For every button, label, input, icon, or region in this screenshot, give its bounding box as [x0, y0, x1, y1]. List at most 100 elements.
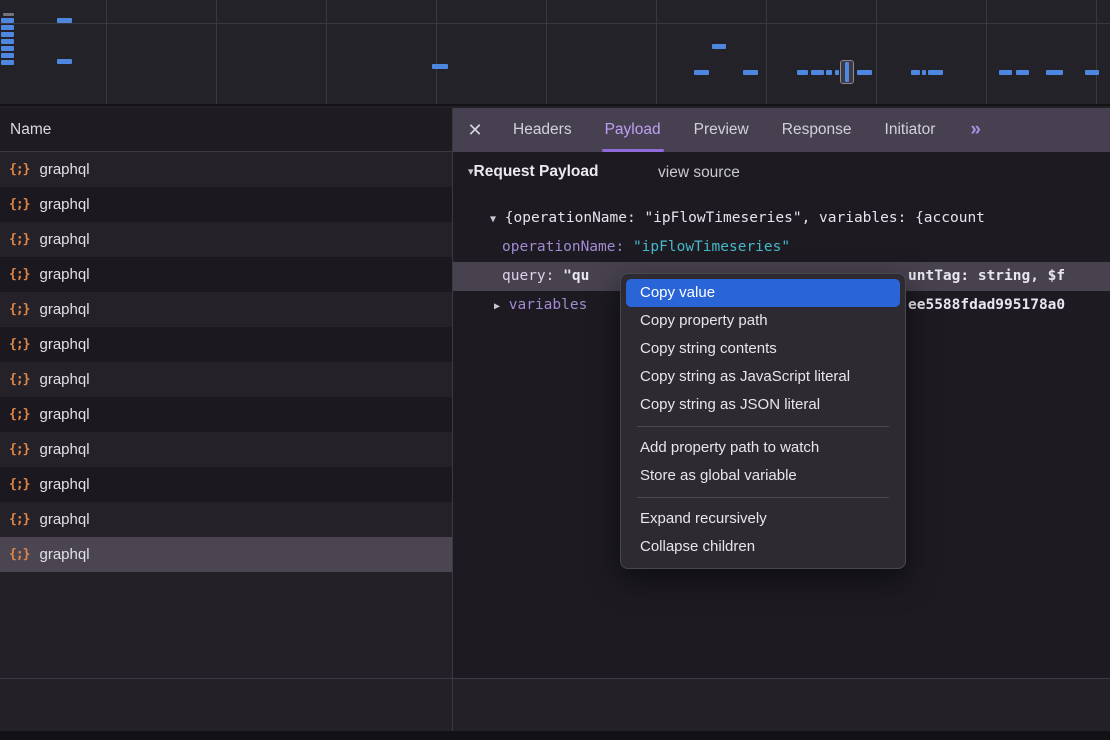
json-braces-icon: {;} — [9, 267, 29, 282]
request-payload-header: ▾Request Payload — [468, 163, 598, 181]
menu-separator — [637, 426, 889, 427]
operation-name-row[interactable]: operationName: "ipFlowTimeseries" — [502, 233, 1110, 262]
request-row[interactable]: {;} graphql — [0, 222, 452, 257]
tab-payload[interactable]: Payload — [605, 108, 661, 152]
menu-item-store-as-global-variable[interactable]: Store as global variable — [626, 462, 900, 490]
request-row[interactable]: {;} graphql — [0, 152, 452, 187]
request-timing-bar[interactable] — [857, 70, 872, 75]
request-name: graphql — [39, 476, 89, 493]
query-row[interactable]: query: "qu — [502, 262, 589, 291]
menu-item-collapse-children[interactable]: Collapse children — [626, 533, 900, 561]
json-braces-icon: {;} — [9, 407, 29, 422]
menu-item-copy-string-as-json-literal[interactable]: Copy string as JSON literal — [626, 391, 900, 419]
json-braces-icon: {;} — [9, 477, 29, 492]
request-timing-bar[interactable] — [1, 32, 14, 37]
json-braces-icon: {;} — [9, 512, 29, 527]
property-key: variables — [509, 297, 588, 313]
request-name: graphql — [39, 441, 89, 458]
request-timing-bar[interactable] — [694, 70, 709, 75]
menu-item-copy-property-path[interactable]: Copy property path — [626, 307, 900, 335]
json-braces-icon: {;} — [9, 547, 29, 562]
request-timing-bar[interactable] — [432, 64, 448, 69]
request-timing-bar[interactable] — [57, 59, 72, 64]
request-timing-bar[interactable] — [57, 18, 72, 23]
request-timing-bar[interactable] — [811, 70, 824, 75]
request-row[interactable]: {;}graphql — [0, 257, 452, 292]
request-timing-bar[interactable] — [928, 70, 943, 75]
json-braces-icon: {;} — [9, 442, 29, 457]
more-tabs-icon[interactable]: » — [970, 119, 980, 141]
collapsed-triangle-icon[interactable]: ▶ — [494, 301, 500, 312]
variables-row[interactable]: ▶ variables — [494, 291, 587, 320]
request-row[interactable]: {;} graphql — [0, 397, 452, 432]
payload-root-row[interactable]: ▼ {operationName: "ipFlowTimeseries", va… — [490, 204, 1110, 233]
column-header-name[interactable]: Name — [0, 108, 452, 152]
request-name: graphql — [39, 546, 89, 563]
request-timing-bar[interactable] — [1, 60, 14, 65]
request-row[interactable]: {;} graphql — [0, 502, 452, 537]
request-timing-bar-gray[interactable] — [3, 13, 14, 16]
menu-item-add-property-path-to-watch[interactable]: Add property path to watch — [626, 434, 900, 462]
waterfall-gridline — [986, 0, 987, 104]
context-menu: Copy valueCopy property pathCopy string … — [620, 273, 906, 569]
json-braces-icon: {;} — [9, 197, 29, 212]
request-row[interactable]: {;}graphql — [0, 187, 452, 222]
menu-item-copy-string-as-javascript-literal[interactable]: Copy string as JavaScript literal — [626, 363, 900, 391]
tab-preview[interactable]: Preview — [694, 108, 749, 152]
menu-item-copy-value[interactable]: Copy value — [626, 279, 900, 307]
request-timing-bar[interactable] — [1, 39, 14, 44]
close-icon[interactable]: ✕ — [453, 120, 497, 141]
tab-initiator[interactable]: Initiator — [885, 108, 936, 152]
request-timing-bar[interactable] — [1, 25, 14, 30]
request-name: graphql — [39, 371, 89, 388]
request-name: graphql — [39, 161, 89, 178]
property-value-start: "qu — [563, 268, 589, 284]
request-row[interactable]: {;} graphql — [0, 537, 452, 572]
waterfall-gridline — [326, 0, 327, 104]
request-timing-bar[interactable] — [835, 70, 839, 75]
request-timing-bar[interactable] — [922, 70, 926, 75]
request-timing-bar[interactable] — [999, 70, 1012, 75]
request-timing-bar[interactable] — [1, 18, 14, 23]
view-source-link[interactable]: view source — [658, 164, 740, 182]
request-timing-bar[interactable] — [826, 70, 832, 75]
json-braces-icon: {;} — [9, 232, 29, 247]
waterfall-gridline — [766, 0, 767, 104]
menu-item-expand-recursively[interactable]: Expand recursively — [626, 505, 900, 533]
request-name: graphql — [39, 301, 89, 318]
request-timing-bar[interactable] — [797, 70, 808, 75]
request-timing-bar[interactable] — [1, 46, 14, 51]
request-timing-bar[interactable] — [1016, 70, 1029, 75]
request-timing-bar[interactable] — [712, 44, 726, 49]
request-row[interactable]: {;}graphql — [0, 327, 452, 362]
request-name: graphql — [39, 406, 89, 423]
request-timing-bar[interactable] — [1085, 70, 1099, 75]
request-name: graphql — [39, 511, 89, 528]
request-timing-bar[interactable] — [911, 70, 920, 75]
query-value-continuation: untTag: string, $f — [908, 262, 1110, 291]
payload-root-preview: {operationName: "ipFlowTimeseries", vari… — [505, 210, 985, 226]
request-row[interactable]: {;}graphql — [0, 362, 452, 397]
property-value-fragment: ee5588fdad995178a0 — [908, 297, 1065, 313]
waterfall-overview[interactable] — [0, 0, 1110, 106]
devtools-network-panel: { "waterfall": { "bar_color": "#4d87e0",… — [0, 0, 1110, 740]
request-timing-bar[interactable] — [845, 62, 849, 82]
tab-headers[interactable]: Headers — [513, 108, 572, 152]
request-timing-bar[interactable] — [1046, 70, 1063, 75]
panel-divider[interactable] — [452, 108, 453, 731]
property-key: operationName: — [502, 239, 624, 255]
json-braces-icon: {;} — [9, 337, 29, 352]
request-row[interactable]: {;} graphql — [0, 467, 452, 502]
request-name: graphql — [39, 231, 89, 248]
request-row[interactable]: {;}graphql — [0, 292, 452, 327]
request-timing-bar[interactable] — [1, 53, 14, 58]
json-braces-icon: {;} — [9, 162, 29, 177]
details-tab-bar: ✕ Headers Payload Preview Response Initiator… — [453, 108, 1110, 152]
property-key: query: — [502, 268, 554, 284]
window-bottom-edge — [0, 731, 1110, 740]
request-row[interactable]: {;} graphql — [0, 432, 452, 467]
tab-response[interactable]: Response — [782, 108, 852, 152]
request-timing-bar[interactable] — [743, 70, 758, 75]
expanded-triangle-icon[interactable]: ▼ — [490, 214, 496, 225]
menu-item-copy-string-contents[interactable]: Copy string contents — [626, 335, 900, 363]
